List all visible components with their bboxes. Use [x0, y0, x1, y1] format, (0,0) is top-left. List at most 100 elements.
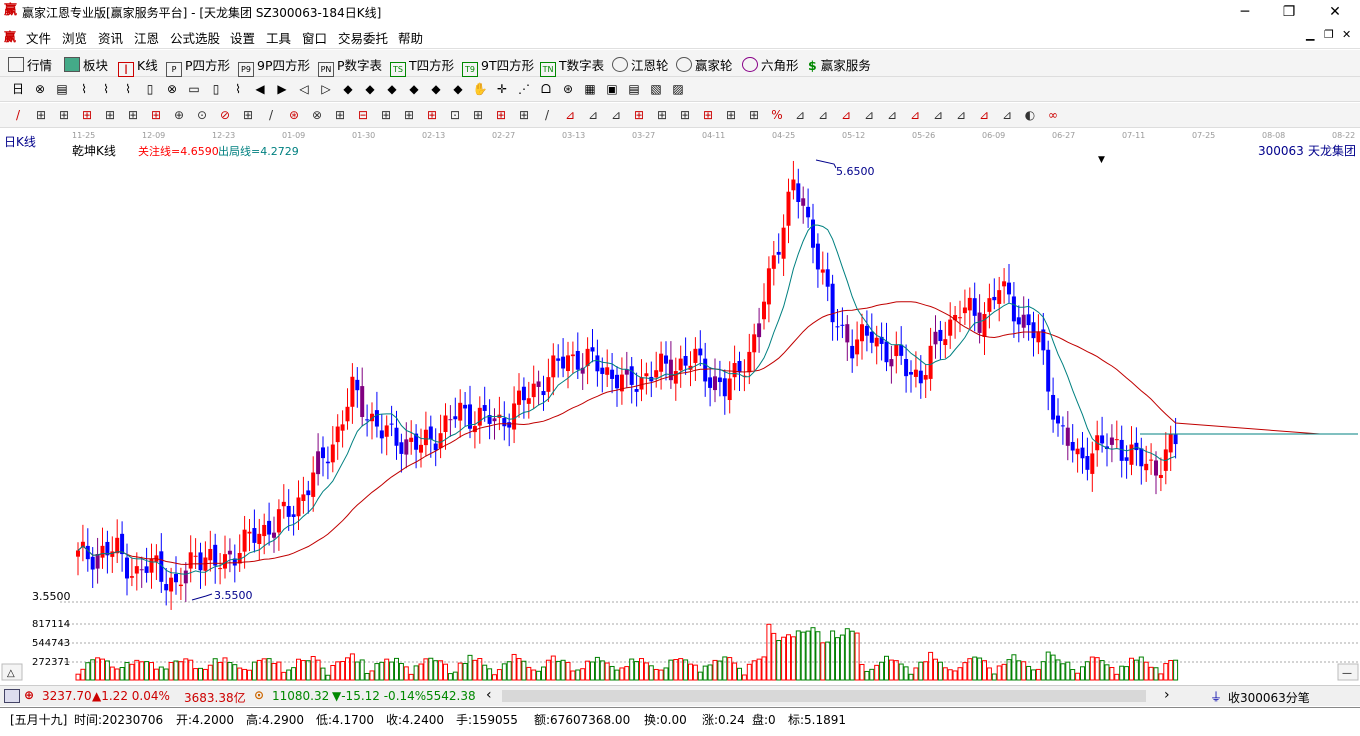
t-number-table-button[interactable]: TN T数字表 — [540, 55, 604, 77]
draw-tool-42[interactable]: ⊿ — [976, 107, 992, 123]
chart-area[interactable]: 11-25 12-09 12-23 01-09 01-30 02-13 02-27 03-13… — [0, 128, 1360, 684]
sector-button[interactable]: 板块 — [64, 55, 108, 74]
draw-tool-18[interactable]: ⊞ — [424, 107, 440, 123]
close-button[interactable]: ✕ — [1320, 2, 1350, 22]
draw-tool-8[interactable]: ⊙ — [194, 107, 210, 123]
draw-tool-30[interactable]: ⊞ — [700, 107, 716, 123]
9p-square-button[interactable]: P9 9P四方形 — [238, 55, 310, 77]
tool-button-28[interactable]: ▤ — [626, 81, 642, 97]
tool-button-22[interactable]: ✛ — [494, 81, 510, 97]
tool-button-14[interactable]: ▷ — [318, 81, 334, 97]
draw-tool-23[interactable]: / — [539, 107, 555, 123]
scroll-right-icon[interactable]: › — [1164, 687, 1170, 703]
tool-button-30[interactable]: ▨ — [670, 81, 686, 97]
draw-tool-29[interactable]: ⊞ — [677, 107, 693, 123]
menu-news[interactable]: 资讯 — [98, 28, 123, 47]
kline-chart[interactable]: 11-25 12-09 12-23 01-09 01-30 02-13 02-27 03-13… — [0, 128, 1360, 684]
tool-button-24[interactable]: ᗝ — [538, 81, 554, 97]
hexagon-button[interactable]: 六角形 — [742, 55, 799, 74]
tool-button-15[interactable]: ◆ — [340, 81, 356, 97]
winner-wheel-button[interactable]: 赢家轮 — [676, 55, 733, 74]
draw-tool-21[interactable]: ⊞ — [493, 107, 509, 123]
draw-tool-3[interactable]: ⊞ — [79, 107, 95, 123]
grid-small-icon[interactable] — [4, 689, 20, 703]
tool-button-16[interactable]: ◆ — [362, 81, 378, 97]
draw-tool-45[interactable]: ∞ — [1045, 107, 1061, 123]
draw-tool-19[interactable]: ⊡ — [447, 107, 463, 123]
tool-button-6[interactable]: ▯ — [142, 81, 158, 97]
draw-tool-44[interactable]: ◐ — [1022, 107, 1038, 123]
draw-tool-5[interactable]: ⊞ — [125, 107, 141, 123]
draw-tool-39[interactable]: ⊿ — [907, 107, 923, 123]
draw-tool-13[interactable]: ⊗ — [309, 107, 325, 123]
draw-tool-2[interactable]: ⊞ — [56, 107, 72, 123]
mdi-restore-icon[interactable]: ❐ — [1324, 28, 1334, 41]
tool-button-0[interactable]: 日 — [10, 81, 26, 97]
draw-tool-10[interactable]: ⊞ — [240, 107, 256, 123]
horizontal-scrollbar[interactable] — [502, 690, 1146, 702]
tool-button-21[interactable]: ✋ — [472, 81, 488, 97]
tool-button-26[interactable]: ▦ — [582, 81, 598, 97]
tool-button-11[interactable]: ◀ — [252, 81, 268, 97]
mdi-close-icon[interactable]: ✕ — [1342, 28, 1351, 41]
tool-button-10[interactable]: ⌇ — [230, 81, 246, 97]
tool-button-20[interactable]: ◆ — [450, 81, 466, 97]
tool-button-12[interactable]: ▶ — [274, 81, 290, 97]
draw-tool-26[interactable]: ⊿ — [608, 107, 624, 123]
draw-tool-6[interactable]: ⊞ — [148, 107, 164, 123]
menu-browse[interactable]: 浏览 — [62, 28, 87, 47]
draw-tool-24[interactable]: ⊿ — [562, 107, 578, 123]
draw-tool-20[interactable]: ⊞ — [470, 107, 486, 123]
draw-tool-17[interactable]: ⊞ — [401, 107, 417, 123]
tool-button-2[interactable]: ▤ — [54, 81, 70, 97]
draw-tool-40[interactable]: ⊿ — [930, 107, 946, 123]
tool-button-29[interactable]: ▧ — [648, 81, 664, 97]
tool-button-17[interactable]: ◆ — [384, 81, 400, 97]
p-square-button[interactable]: P P四方形 — [166, 55, 230, 77]
draw-tool-27[interactable]: ⊞ — [631, 107, 647, 123]
menu-tools[interactable]: 工具 — [266, 28, 291, 47]
draw-tool-38[interactable]: ⊿ — [884, 107, 900, 123]
mdi-minimize-icon[interactable]: ▁ — [1306, 28, 1314, 41]
winner-service-button[interactable]: $ 赢家服务 — [808, 55, 871, 74]
tool-button-8[interactable]: ▭ — [186, 81, 202, 97]
tool-button-1[interactable]: ⊗ — [32, 81, 48, 97]
tool-button-9[interactable]: ▯ — [208, 81, 224, 97]
tool-button-23[interactable]: ⋰ — [516, 81, 532, 97]
restore-button[interactable]: ❐ — [1274, 2, 1304, 22]
draw-tool-31[interactable]: ⊞ — [723, 107, 739, 123]
quote-button[interactable]: 行情 — [8, 55, 52, 74]
menu-settings[interactable]: 设置 — [230, 28, 255, 47]
menu-gann[interactable]: 江恩 — [134, 28, 159, 47]
draw-tool-11[interactable]: / — [263, 107, 279, 123]
tool-button-27[interactable]: ▣ — [604, 81, 620, 97]
draw-tool-25[interactable]: ⊿ — [585, 107, 601, 123]
draw-tool-41[interactable]: ⊿ — [953, 107, 969, 123]
tool-button-18[interactable]: ◆ — [406, 81, 422, 97]
tool-button-13[interactable]: ◁ — [296, 81, 312, 97]
draw-tool-4[interactable]: ⊞ — [102, 107, 118, 123]
draw-tool-33[interactable]: % — [769, 107, 785, 123]
tool-button-5[interactable]: ⌇ — [120, 81, 136, 97]
t-square-button[interactable]: TS T四方形 — [390, 55, 454, 77]
menu-file[interactable]: 文件 — [26, 28, 51, 47]
gann-wheel-button[interactable]: 江恩轮 — [612, 55, 669, 74]
draw-tool-43[interactable]: ⊿ — [999, 107, 1015, 123]
draw-tool-36[interactable]: ⊿ — [838, 107, 854, 123]
draw-tool-34[interactable]: ⊿ — [792, 107, 808, 123]
draw-tool-15[interactable]: ⊟ — [355, 107, 371, 123]
draw-tool-12[interactable]: ⊛ — [286, 107, 302, 123]
scroll-left-icon[interactable]: ‹ — [486, 687, 492, 703]
draw-tool-1[interactable]: ⊞ — [33, 107, 49, 123]
menu-help[interactable]: 帮助 — [398, 28, 423, 47]
draw-tool-0[interactable]: / — [10, 107, 26, 123]
draw-tool-37[interactable]: ⊿ — [861, 107, 877, 123]
tool-button-25[interactable]: ⊛ — [560, 81, 576, 97]
kline-button[interactable]: ┃ K线 — [118, 55, 158, 77]
minimize-button[interactable]: ─ — [1230, 2, 1260, 22]
menu-trade[interactable]: 交易委托 — [338, 28, 388, 47]
draw-tool-14[interactable]: ⊞ — [332, 107, 348, 123]
menu-formula-select[interactable]: 公式选股 — [170, 28, 220, 47]
tool-button-7[interactable]: ⊗ — [164, 81, 180, 97]
draw-tool-28[interactable]: ⊞ — [654, 107, 670, 123]
